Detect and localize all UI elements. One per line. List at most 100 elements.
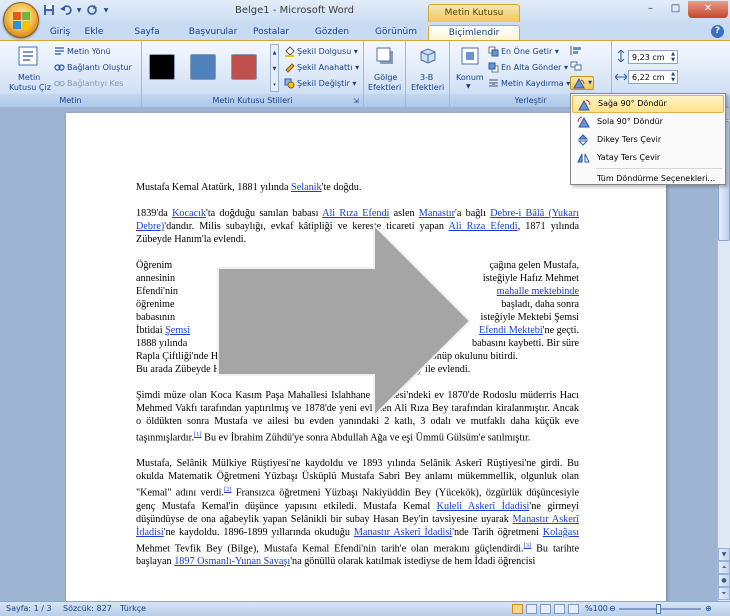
link-1897-savasi[interactable]: 1897 Osmanlı-Yunan Savaşı <box>174 556 290 567</box>
width-icon <box>615 73 627 81</box>
redo-icon[interactable] <box>85 4 99 18</box>
position-dropdown-icon: ▼ <box>466 83 471 90</box>
view-full-screen[interactable] <box>526 604 537 614</box>
text-wrap-icon <box>489 79 498 87</box>
send-back-button[interactable]: En Alta Gönder ▾ <box>488 62 568 73</box>
link-selanik[interactable]: Selanik <box>291 182 322 193</box>
office-logo-icon <box>13 12 30 29</box>
undo-dropdown-icon[interactable]: ▼ <box>76 4 82 18</box>
height-spinner[interactable]: ▲ ▼ <box>669 51 677 64</box>
tab-basvurular[interactable]: Başvurular <box>187 25 239 40</box>
footnote-ref-2[interactable]: [2] <box>224 486 232 493</box>
align-button[interactable] <box>570 45 588 57</box>
group-label-textbox-styles: Metin Kutusu Stilleri <box>142 94 363 107</box>
tab-giris[interactable]: Giriş <box>46 25 74 40</box>
paint-bucket-icon <box>285 46 295 57</box>
group-objects-button[interactable] <box>570 61 588 73</box>
link-kocacik[interactable]: Kocacık <box>172 208 206 219</box>
width-value: 6,22 cm <box>632 73 665 82</box>
previous-page-button[interactable]: ⏶ <box>718 561 730 574</box>
customize-qat-icon[interactable]: ▼ <box>102 4 110 18</box>
style-swatch-red[interactable] <box>231 54 257 80</box>
select-browse-object-button[interactable]: ● <box>718 574 730 587</box>
undo-icon[interactable] <box>59 4 73 18</box>
tab-gorunum[interactable]: Görünüm <box>374 25 418 40</box>
menu-rotate-left[interactable]: Sola 90° Döndür <box>572 113 724 131</box>
arrow-shape[interactable] <box>216 223 472 418</box>
close-button[interactable]: ✕ <box>688 1 728 18</box>
text-wrap-button[interactable]: Metin Kaydırma ▾ <box>488 78 570 89</box>
context-tab-title: Metin Kutusu Araçları <box>428 4 520 35</box>
help-icon[interactable]: ? <box>711 25 724 38</box>
view-outline[interactable] <box>554 604 565 614</box>
view-print-layout[interactable] <box>512 604 523 614</box>
shadow-icon <box>376 47 393 64</box>
view-draft[interactable] <box>568 604 579 614</box>
height-input[interactable]: 9,23 cm ▲ ▼ <box>628 50 678 64</box>
view-web-layout[interactable] <box>540 604 551 614</box>
group-metin: Metin Kutusu Çiz Metin Yönü Bağlantı Olu… <box>0 41 142 107</box>
tab-bicimlendir[interactable]: Biçimlendir <box>428 25 520 40</box>
group-objects-icon <box>570 61 582 71</box>
scroll-down-button[interactable]: ▼ <box>718 548 730 561</box>
menu-rotate-right[interactable]: Sağa 90° Döndür <box>572 95 724 113</box>
tab-gozden-gecir[interactable]: Gözden Geçir <box>302 25 362 52</box>
zoom-level[interactable]: %100 <box>585 604 608 613</box>
rotate-button[interactable]: ▼ <box>570 76 594 90</box>
status-language[interactable]: Türkçe <box>120 604 146 613</box>
maximize-button[interactable]: □ <box>663 1 688 18</box>
text-direction-button[interactable]: Metin Yönü <box>54 46 111 57</box>
draw-textbox-button[interactable]: Metin Kutusu Çiz <box>8 43 51 93</box>
menu-flip-horizontal[interactable]: Yatay Ters Çevir <box>572 149 724 167</box>
width-spinner[interactable]: ▲ ▼ <box>669 71 677 84</box>
save-icon[interactable] <box>42 4 56 18</box>
group-label-shadow <box>364 94 405 107</box>
shadow-effects-button[interactable]: Gölge Efektleri <box>368 43 402 93</box>
shape-fill-button[interactable]: Şekil Dolgusu ▾ <box>284 46 358 57</box>
zoom-in-icon[interactable]: ⊕ <box>705 604 712 613</box>
create-link-label: Bağlantı Oluştur <box>67 63 132 72</box>
shape-outline-button[interactable]: Şekil Anahattı ▾ <box>284 62 359 73</box>
bring-front-button[interactable]: En Öne Getir ▾ <box>488 46 559 57</box>
office-button[interactable] <box>3 2 39 38</box>
style-swatch-black[interactable] <box>149 54 175 80</box>
position-button[interactable]: Konum ▼ <box>453 43 487 93</box>
link-kolagasi[interactable]: Kolağası <box>543 527 579 538</box>
link-manastir-idadisi-2[interactable]: Manastır Askerî İdadisi <box>354 527 452 538</box>
title-bar: ▼ ▼ Belge1 - Microsoft Word Metin Kutusu… <box>0 0 730 38</box>
break-link-button[interactable]: Bağlantıyı Kes <box>54 78 123 89</box>
ribbon-tabs: Giriş Ekle Sayfa Düzeni Başvurular Posta… <box>0 24 730 52</box>
link-ali-riza[interactable]: Ali Rıza Efendi <box>322 208 389 219</box>
zoom-out-icon[interactable]: ⊖ <box>609 604 616 613</box>
link-icon <box>54 64 65 71</box>
change-shape-button[interactable]: Şekil Değiştir ▾ <box>284 78 356 89</box>
shapes-icon <box>284 78 295 89</box>
zoom-slider-thumb[interactable] <box>656 604 661 614</box>
create-link-button[interactable]: Bağlantı Oluştur <box>54 62 132 73</box>
minimize-button[interactable]: – <box>638 1 663 18</box>
link-kuleli[interactable]: Kuleli Askerî İdadisi <box>437 501 530 512</box>
status-page[interactable]: Sayfa: 1 / 3 <box>6 604 52 613</box>
link-semsi[interactable]: Şemsi <box>165 325 190 336</box>
rotate-icon <box>573 78 585 89</box>
menu-more-rotation-options[interactable]: Tüm Döndürme Seçenekleri... <box>572 170 724 188</box>
footnote-ref-1[interactable]: [1] <box>194 431 202 438</box>
dialog-launcher-icon[interactable]: ⇲ <box>353 97 361 105</box>
3d-effects-button[interactable]: 3-B Efektleri <box>410 43 446 93</box>
status-words[interactable]: Sözcük: 827 <box>63 604 112 613</box>
link-mahalle-mektebi[interactable]: mahalle mektebinde <box>497 285 579 298</box>
link-manastir[interactable]: Manastır <box>419 208 455 219</box>
text-direction-label: Metin Yönü <box>67 47 111 56</box>
tab-ekle[interactable]: Ekle <box>82 25 106 40</box>
style-swatch-blue[interactable] <box>190 54 216 80</box>
next-page-button[interactable]: ⏷ <box>718 587 730 600</box>
tab-sayfa-duzeni[interactable]: Sayfa Düzeni <box>118 25 176 52</box>
width-input[interactable]: 6,22 cm ▲ ▼ <box>628 70 678 84</box>
height-value: 9,23 cm <box>632 53 665 62</box>
menu-flip-vertical[interactable]: Dikey Ters Çevir <box>572 131 724 149</box>
word-window: ▼ ▼ Belge1 - Microsoft Word Metin Kutusu… <box>0 0 730 616</box>
styles-gallery-scroll[interactable]: ▲ ▼ ▾ <box>270 44 279 92</box>
shape-outline-label: Şekil Anahattı <box>297 63 353 72</box>
link-efendi-mektebi[interactable]: Efendi Mektebi <box>479 325 543 336</box>
tab-postalar[interactable]: Postalar <box>251 25 291 40</box>
